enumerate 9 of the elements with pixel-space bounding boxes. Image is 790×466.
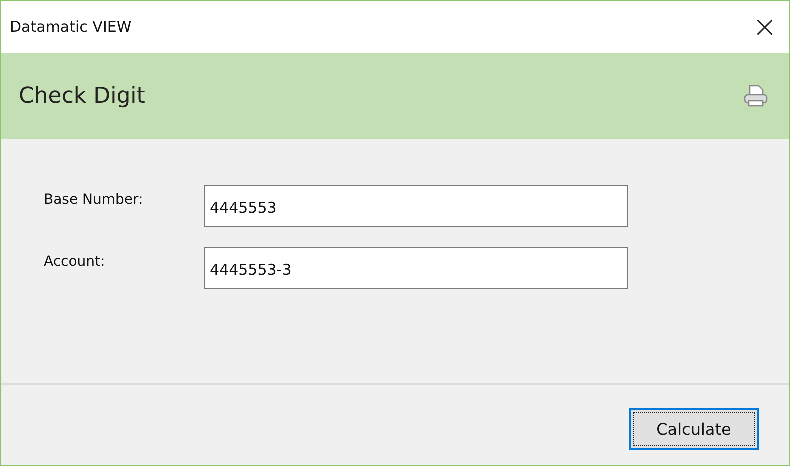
input-field[interactable]: 4445553 (204, 185, 628, 227)
header-title: Check Digit (19, 84, 146, 108)
close-button[interactable]: × (741, 1, 789, 53)
calculate-button[interactable]: Calculate (629, 408, 759, 450)
input-field[interactable]: 4445553-3 (204, 247, 628, 289)
printer-icon[interactable] (743, 84, 769, 108)
field-label: Account: (44, 254, 106, 270)
field-label: Base Number: (44, 192, 144, 208)
window-title: Datamatic VIEW (10, 18, 132, 36)
